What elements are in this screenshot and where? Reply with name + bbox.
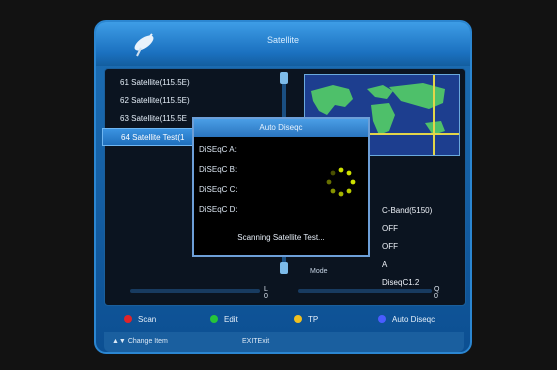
window-title: Satellite [266,35,300,45]
diseqc-port-a: DiSEqC A: [199,145,237,154]
mode-label: Mode [310,268,328,275]
legend-tp[interactable]: TP [294,312,318,328]
diseqc-port-d: DiSEqC D: [199,205,238,214]
diseqc-port-b: DiSEqC B: [199,165,238,174]
legend-scan[interactable]: Scan [124,312,156,328]
red-dot-icon [124,315,132,323]
auto-diseqc-dialog: Auto Diseqc DiSEqC A: DiSEqC B: DiSEqC C… [192,117,370,257]
satellite-list-item[interactable]: 61 Satellite(115.5E) [102,74,277,92]
param-value[interactable]: OFF [382,220,432,238]
param-value[interactable]: A [382,256,432,274]
tv-screen: Satellite 61 Satellite(115.5E) 62 Satell… [0,0,557,370]
scroll-up-thumb[interactable] [280,72,288,84]
dialog-title-bar: Auto Diseqc [194,119,368,137]
green-dot-icon [210,315,218,323]
legend-edit[interactable]: Edit [210,312,238,328]
crosshair-vertical [433,75,435,155]
quality-bar [298,289,432,293]
scan-status: Scanning Satellite Test... [237,233,325,242]
change-item-label: Change Item [127,338,168,345]
title-bar: Satellite [96,22,470,66]
exit-hint: EXITExit [242,338,270,345]
satellite-list-item[interactable]: 62 Satellite(115.5E) [102,92,277,110]
quality-label: Q 0 [434,286,440,300]
param-band[interactable]: C-Band(5150) [382,202,432,220]
scroll-down-thumb[interactable] [280,262,288,274]
arrow-updown-icon: ▲▼ [112,338,126,345]
legend-auto-diseqc[interactable]: Auto Diseqc [378,312,435,328]
blue-dot-icon [378,315,386,323]
param-value[interactable]: OFF [382,238,432,256]
yellow-dot-icon [294,315,302,323]
footer-bar: ▲▼ Change Item EXITExit [104,332,464,352]
loading-spinner-icon [326,167,356,197]
level-label: L 0 [264,286,268,300]
dialog-title: Auto Diseqc [259,123,303,132]
color-key-legend: Scan Edit TP Auto Diseqc [106,312,462,328]
diseqc-port-c: DiSEqC C: [199,185,238,194]
satellite-params: C-Band(5150) OFF OFF A DiseqC1.2 [382,202,432,292]
change-item-hint: ▲▼ Change Item [112,332,168,352]
level-bar [130,289,260,293]
